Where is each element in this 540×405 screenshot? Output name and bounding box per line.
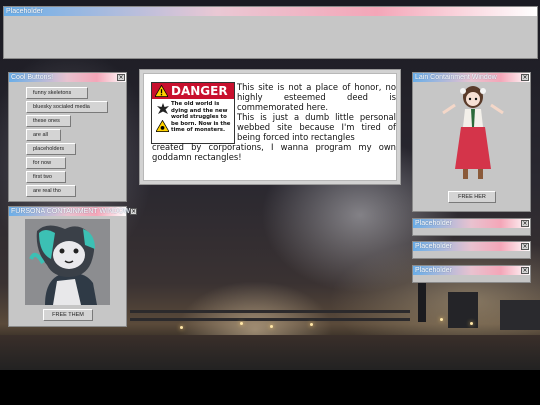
danger-body: The old world is dying and the new world…: [152, 99, 234, 136]
placeholder-window: Placeholder ×: [412, 218, 531, 236]
intro-paragraph: This is just a dumb little personal webb…: [237, 112, 396, 142]
background-light: [310, 323, 313, 326]
cool-buttons-window: Cool Buttons! × funny skeletons bluesky …: [8, 72, 127, 202]
warning-icon: [155, 85, 168, 97]
nav-button-placeholder[interactable]: these ones: [26, 115, 71, 127]
nav-button-funny-skeletons[interactable]: funny skeletons: [26, 87, 88, 99]
window-title: Cool Buttons!: [11, 74, 54, 81]
titlebar[interactable]: Placeholder ×: [413, 266, 530, 275]
close-button[interactable]: ×: [521, 243, 529, 250]
hazard-icon: [156, 119, 169, 132]
nav-button-placeholder[interactable]: for now: [26, 157, 66, 169]
background-light: [240, 322, 243, 325]
background-tower: [418, 282, 426, 322]
background-tower: [448, 292, 478, 328]
intro-paragraph: This site is not a place of honor, no hi…: [237, 82, 396, 112]
intro-paragraph: created by corporations, I wanna program…: [152, 142, 396, 162]
placeholder-window: Placeholder ×: [412, 265, 531, 283]
nav-button-placeholder[interactable]: placeholders: [26, 143, 76, 155]
close-button[interactable]: ×: [521, 267, 529, 274]
titlebar[interactable]: Placeholder: [4, 7, 537, 16]
background-pipe: [130, 318, 410, 321]
fursona-image: [25, 219, 110, 305]
character-illustration: [442, 86, 504, 179]
close-button[interactable]: ×: [117, 74, 125, 81]
background-ground: [0, 335, 540, 370]
background-tower: [500, 300, 540, 330]
window-title: Lain Containment Window: [415, 74, 497, 81]
window-title: Placeholder: [415, 243, 452, 250]
close-button[interactable]: ×: [521, 74, 529, 81]
top-placeholder-window: Placeholder: [3, 6, 538, 59]
danger-icons: [154, 101, 171, 134]
nav-button-bluesky[interactable]: bluesky socialed media: [26, 101, 108, 113]
intro-text: This site is not a place of honor, no hi…: [152, 82, 396, 162]
titlebar[interactable]: FURSONA CONTAINMENT WINDOW ×: [9, 207, 138, 216]
window-title: Placeholder: [6, 8, 43, 15]
nav-button-placeholder[interactable]: first two: [26, 171, 66, 183]
character-image: [441, 83, 505, 183]
danger-header: DANGER: [152, 83, 234, 99]
background-light: [270, 325, 273, 328]
titlebar[interactable]: Placeholder ×: [413, 242, 530, 251]
window-title: FURSONA CONTAINMENT WINDOW: [11, 208, 131, 215]
danger-sign: DANGER The old world is dying and the ne…: [151, 82, 235, 144]
window-title: Placeholder: [415, 267, 452, 274]
titlebar[interactable]: Lain Containment Window ×: [413, 73, 530, 82]
background-light: [180, 326, 183, 329]
fursona-illustration: [25, 219, 110, 305]
placeholder-window: Placeholder ×: [412, 241, 531, 259]
background-pipe: [130, 310, 410, 313]
background-light: [440, 318, 443, 321]
fursona-containment-window: FURSONA CONTAINMENT WINDOW × FREE THEM: [8, 206, 138, 327]
close-button[interactable]: ×: [521, 220, 529, 227]
close-button[interactable]: ×: [130, 208, 138, 215]
free-them-button[interactable]: FREE THEM: [43, 309, 93, 321]
main-intro-window: DANGER The old world is dying and the ne…: [139, 69, 401, 185]
titlebar[interactable]: Cool Buttons! ×: [9, 73, 126, 82]
nav-button-placeholder[interactable]: are all: [26, 129, 61, 141]
bottom-black-bar: [0, 370, 540, 405]
danger-heading: DANGER: [171, 84, 228, 98]
explosion-icon: [156, 103, 169, 115]
danger-text: The old world is dying and the new world…: [171, 101, 231, 134]
lain-containment-window: Lain Containment Window × FREE HER: [412, 72, 531, 212]
background-light: [470, 322, 473, 325]
nav-button-placeholder[interactable]: are real tho: [26, 185, 76, 197]
free-her-button[interactable]: FREE HER: [448, 191, 496, 203]
window-title: Placeholder: [415, 220, 452, 227]
titlebar[interactable]: Placeholder ×: [413, 219, 530, 228]
